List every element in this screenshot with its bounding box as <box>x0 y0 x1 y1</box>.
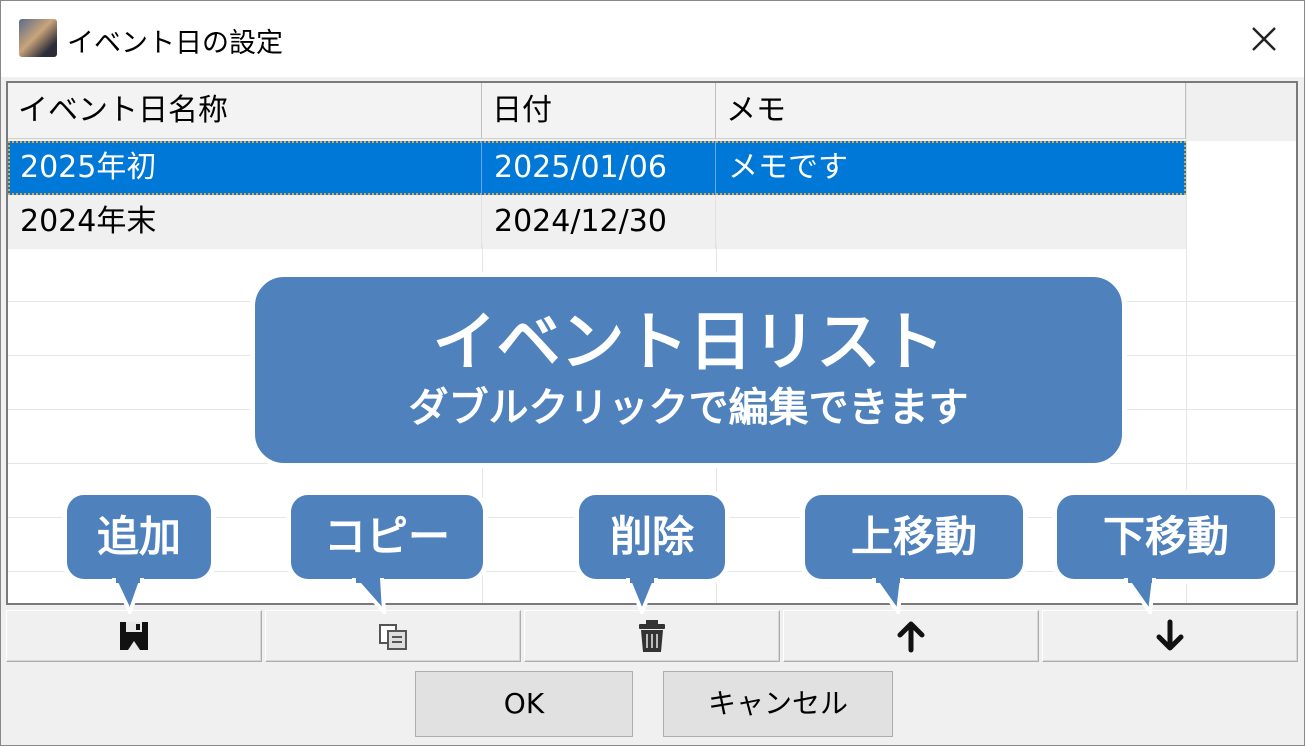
grid-header: イベント日名称 日付 メモ <box>8 83 1296 141</box>
annotation-subtitle: ダブルクリックで編集できます <box>408 385 969 431</box>
copy-icon <box>379 624 407 650</box>
table-row[interactable]: 2024年末 2024/12/30 <box>8 195 1186 249</box>
annotation-tail <box>1124 578 1157 614</box>
cell-name[interactable]: 2024年末 <box>8 195 482 249</box>
annotation-title: イベント日リスト <box>432 306 945 380</box>
annotation-tail <box>626 578 659 614</box>
delete-button[interactable] <box>524 610 780 662</box>
cell-date[interactable]: 2024/12/30 <box>482 195 716 249</box>
cell-memo[interactable] <box>716 195 1186 249</box>
title-bar: イベント日の設定 <box>1 1 1304 77</box>
close-icon <box>1252 27 1276 51</box>
column-header-memo[interactable]: メモ <box>716 83 1186 139</box>
add-button[interactable] <box>6 610 262 662</box>
annotation-move-up: 上移動 <box>800 490 1028 584</box>
annotation-delete: 削除 <box>574 490 730 584</box>
annotation-move-down: 下移動 <box>1052 490 1280 584</box>
column-header-name[interactable]: イベント日名称 <box>8 83 482 139</box>
cell-memo[interactable]: メモです <box>716 141 1186 195</box>
annotation-add: 追加 <box>62 490 216 584</box>
move-down-button[interactable] <box>1042 610 1298 662</box>
cell-name[interactable]: 2025年初 <box>8 141 482 195</box>
annotation-tail <box>112 578 145 614</box>
app-icon <box>19 19 57 57</box>
close-button[interactable] <box>1240 15 1288 63</box>
cell-date[interactable]: 2025/01/06 <box>482 141 716 195</box>
arrow-up-icon <box>897 621 925 653</box>
annotation-event-list: イベント日リスト ダブルクリックで編集できます <box>250 272 1127 468</box>
save-icon <box>120 622 148 650</box>
annotation-copy: コピー <box>286 490 488 584</box>
copy-button[interactable] <box>265 610 521 662</box>
trash-icon <box>639 620 665 652</box>
grid-toolbar <box>6 610 1298 664</box>
annotation-tail <box>872 578 905 614</box>
ok-button[interactable]: OK <box>415 671 633 737</box>
cancel-button[interactable]: キャンセル <box>663 671 893 737</box>
arrow-down-icon <box>1156 619 1184 651</box>
column-header-date[interactable]: 日付 <box>482 83 716 139</box>
annotation-tail <box>352 578 387 614</box>
move-up-button[interactable] <box>783 610 1039 662</box>
window-title: イベント日の設定 <box>67 28 283 59</box>
table-row[interactable]: 2025年初 2025/01/06 メモです <box>8 141 1186 195</box>
